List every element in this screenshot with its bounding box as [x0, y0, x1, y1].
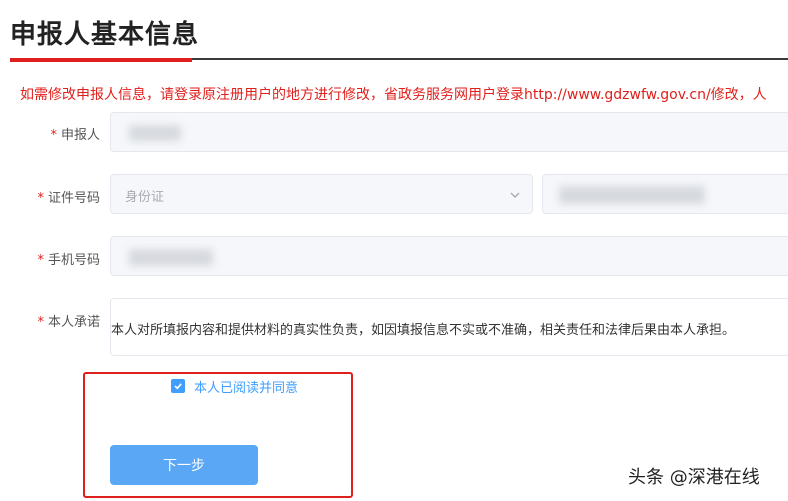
- required-mark: *: [50, 128, 57, 143]
- promise-box: 本人对所填报内容和提供材料的真实性负责，如因填报信息不实或不准确，相关责任和法律…: [110, 298, 788, 356]
- promise-text: 本人对所填报内容和提供材料的真实性负责，如因填报信息不实或不准确，相关责任和法律…: [111, 323, 736, 338]
- applicant-label-text: 申报人: [60, 128, 100, 143]
- agree-checkbox[interactable]: [171, 379, 185, 393]
- next-button[interactable]: 下一步: [110, 445, 258, 485]
- id-type-value: 身份证: [125, 190, 165, 205]
- id-number-field[interactable]: [542, 174, 788, 214]
- agree-checkbox-label[interactable]: 本人已阅读并同意: [194, 377, 298, 396]
- check-icon: [174, 383, 182, 390]
- redacted-value: [129, 249, 213, 266]
- id-number-label: * 证件号码: [0, 187, 100, 206]
- id-type-select[interactable]: 身份证: [110, 174, 533, 214]
- page-title: 申报人基本信息: [10, 20, 200, 50]
- promise-label-text: 本人承诺: [47, 315, 100, 330]
- id-number-label-text: 证件号码: [47, 191, 100, 206]
- required-mark: *: [37, 253, 44, 268]
- title-accent-bar: [10, 58, 192, 62]
- applicant-label: * 申报人: [0, 124, 100, 143]
- watermark: 头条 @深港在线: [628, 467, 760, 488]
- applicant-field[interactable]: [110, 112, 788, 152]
- notice-text: 如需修改申报人信息，请登录原注册用户的地方进行修改，省政务服务网用户登录http…: [20, 87, 767, 103]
- redacted-value: [559, 186, 705, 204]
- promise-label: * 本人承诺: [0, 311, 100, 330]
- redacted-value: [129, 125, 181, 141]
- phone-label-text: 手机号码: [47, 253, 100, 268]
- required-mark: *: [37, 315, 44, 330]
- chevron-down-icon: [510, 192, 520, 198]
- required-mark: *: [37, 191, 44, 206]
- phone-field[interactable]: [110, 236, 788, 276]
- phone-label: * 手机号码: [0, 249, 100, 268]
